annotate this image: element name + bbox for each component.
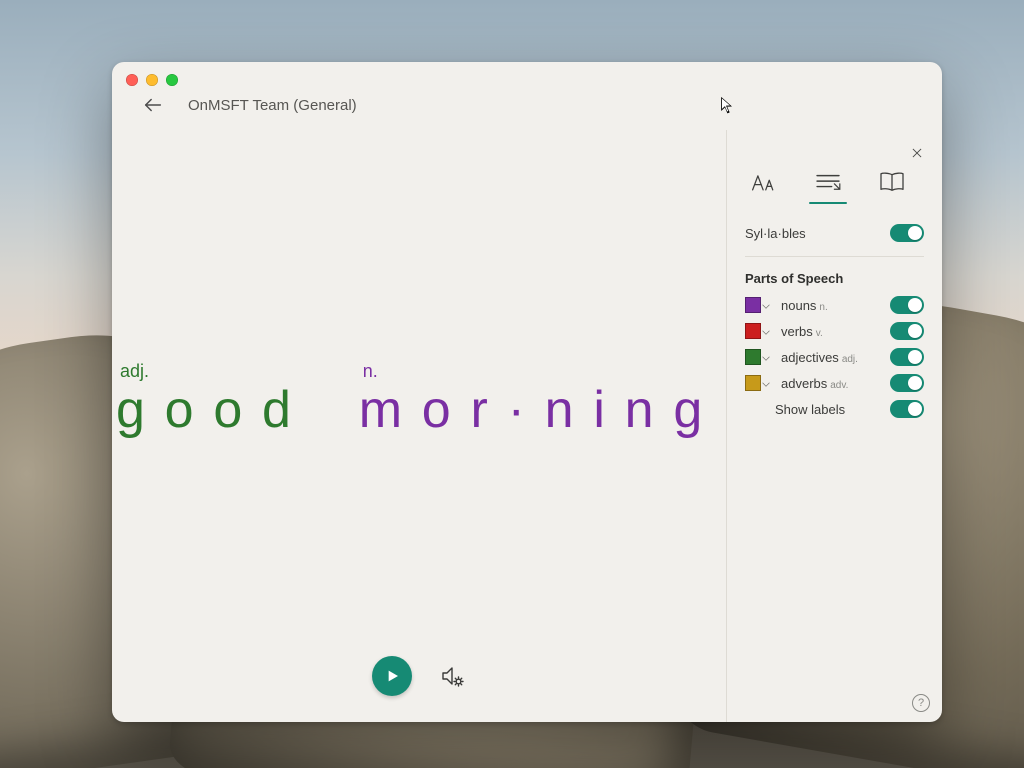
back-button[interactable] xyxy=(136,88,170,122)
pos-toggle-adjectives[interactable] xyxy=(890,348,924,366)
show-labels-row: Show labels xyxy=(745,398,924,420)
window-minimize-button[interactable] xyxy=(146,74,158,86)
window-maximize-button[interactable] xyxy=(166,74,178,86)
pos-label-adjectives: adjectivesadj. xyxy=(781,350,882,365)
chevron-down-icon xyxy=(762,327,769,334)
window-close-button[interactable] xyxy=(126,74,138,86)
show-labels-label: Show labels xyxy=(775,402,882,417)
pos-row-adverbs: adverbsadv. xyxy=(745,372,924,394)
parts-of-speech-title: Parts of Speech xyxy=(745,271,924,286)
grammar-lines-icon xyxy=(815,172,841,192)
pos-label-adverbs: adverbsadv. xyxy=(781,376,882,391)
close-panel-button[interactable] xyxy=(906,142,928,164)
text-size-icon xyxy=(750,171,778,193)
play-icon xyxy=(384,668,400,684)
tab-reading-preferences[interactable] xyxy=(875,168,909,196)
pos-toggle-nouns[interactable] xyxy=(890,296,924,314)
pos-row-nouns: nounsn. xyxy=(745,294,924,316)
help-button[interactable]: ? xyxy=(912,694,930,712)
word-text: good xyxy=(116,384,311,436)
syllables-row: Syl·la·bles xyxy=(745,218,924,248)
voice-settings-button[interactable] xyxy=(438,662,466,690)
pos-row-verbs: verbsv. xyxy=(745,320,924,342)
syllables-label: Syl·la·bles xyxy=(745,226,806,241)
pos-label-nouns: nounsn. xyxy=(781,298,882,313)
pos-toggle-verbs[interactable] xyxy=(890,322,924,340)
pos-label: adj. xyxy=(116,361,311,382)
color-swatch-adjectives[interactable] xyxy=(745,349,761,365)
phrase: adj. good n. mor·ning xyxy=(116,361,722,436)
color-swatch-adverbs[interactable] xyxy=(745,375,761,391)
chevron-down-icon xyxy=(762,379,769,386)
book-icon xyxy=(879,171,905,193)
tab-text-preferences[interactable] xyxy=(747,168,781,196)
speaker-gear-icon xyxy=(440,664,464,688)
chevron-down-icon xyxy=(762,301,769,308)
immersive-reader-window: OnMSFT Team (General) adj. good n. mor·n… xyxy=(112,62,942,722)
pos-toggle-adverbs[interactable] xyxy=(890,374,924,392)
chevron-down-icon xyxy=(762,353,769,360)
tab-grammar-options[interactable] xyxy=(811,168,845,196)
parts-of-speech-list: nounsn. verbsv. adjectivesadj. adverbsad… xyxy=(745,294,924,420)
word-good: adj. good xyxy=(116,361,311,436)
player-controls xyxy=(112,656,726,696)
close-icon xyxy=(910,146,924,160)
color-swatch-verbs[interactable] xyxy=(745,323,761,339)
pos-label-verbs: verbsv. xyxy=(781,324,882,339)
pos-label: n. xyxy=(359,361,722,382)
word-morning: n. mor·ning xyxy=(359,361,722,436)
page-title: OnMSFT Team (General) xyxy=(188,97,357,114)
header-bar: OnMSFT Team (General) xyxy=(112,62,942,130)
word-text: mor·ning xyxy=(359,384,722,436)
grammar-options-panel: Syl·la·bles Parts of Speech nounsn. verb… xyxy=(726,130,942,722)
arrow-left-icon xyxy=(142,94,164,116)
pos-row-adjectives: adjectivesadj. xyxy=(745,346,924,368)
play-button[interactable] xyxy=(372,656,412,696)
panel-tabs xyxy=(747,168,924,196)
show-labels-toggle[interactable] xyxy=(890,400,924,418)
color-swatch-nouns[interactable] xyxy=(745,297,761,313)
window-traffic-lights xyxy=(126,74,178,86)
divider xyxy=(745,256,924,257)
reading-area: adj. good n. mor·ning xyxy=(112,130,726,722)
syllables-toggle[interactable] xyxy=(890,224,924,242)
help-icon: ? xyxy=(918,697,924,709)
